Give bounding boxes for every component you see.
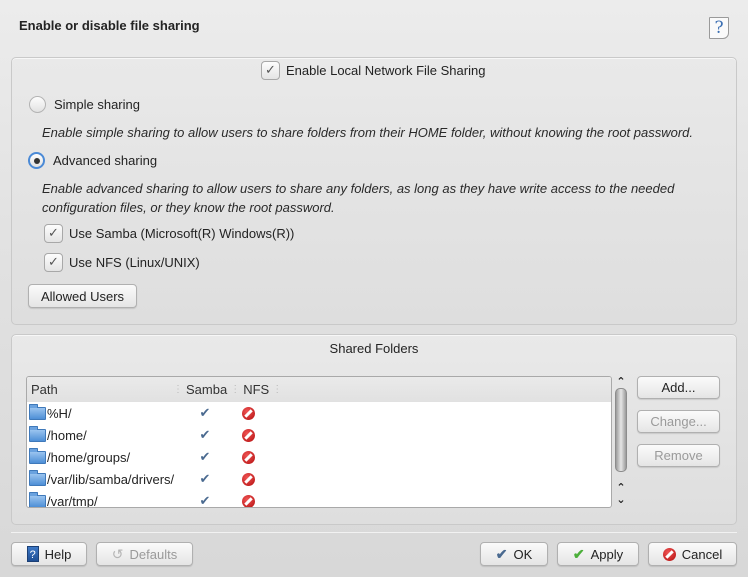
apply-check-icon: ✔ bbox=[572, 545, 585, 562]
nfs-disabled-icon bbox=[241, 406, 255, 420]
restore-defaults-icon: ↺ bbox=[111, 545, 124, 562]
folder-icon bbox=[29, 469, 46, 486]
folder-icon bbox=[29, 447, 46, 464]
scrollbar-thumb[interactable] bbox=[615, 388, 627, 472]
samba-enabled-check-icon: ✔ bbox=[199, 449, 211, 464]
column-separator[interactable]: ⋮ bbox=[173, 384, 183, 395]
column-header-path[interactable]: Path bbox=[27, 382, 170, 397]
apply-label: Apply bbox=[590, 546, 624, 562]
defaults-label: Defaults bbox=[129, 546, 178, 562]
help-question-icon[interactable]: ? bbox=[709, 17, 729, 39]
path-text: /var/lib/samba/drivers/ bbox=[47, 471, 175, 487]
path-cell: %H/ bbox=[27, 403, 177, 421]
samba-enabled-check-icon: ✔ bbox=[199, 471, 211, 486]
help-label: Help bbox=[44, 546, 72, 562]
checkbox-checked-icon[interactable]: ✓ bbox=[261, 61, 280, 80]
path-text: /home/groups/ bbox=[47, 449, 131, 465]
use-nfs-label: Use NFS (Linux/UNIX) bbox=[69, 255, 200, 270]
page-title: Enable or disable file sharing bbox=[19, 18, 200, 33]
path-text: /home/ bbox=[47, 427, 87, 443]
nfs-cell bbox=[233, 428, 263, 442]
use-samba-checkbox[interactable]: ✓ Use Samba (Microsoft(R) Windows(R)) bbox=[44, 224, 294, 243]
path-cell: /var/lib/samba/drivers/ bbox=[27, 469, 177, 487]
remove-label: Remove bbox=[654, 448, 703, 463]
shared-folders-list[interactable]: Path ⋮ Samba ⋮ NFS ⋮ %H/✔/home/✔/home/gr… bbox=[26, 376, 612, 508]
radio-unselected-icon[interactable] bbox=[29, 96, 46, 113]
defaults-button[interactable]: ↺ Defaults bbox=[96, 542, 193, 566]
path-cell: /var/tmp/ bbox=[27, 491, 177, 508]
allowed-users-button[interactable]: Allowed Users bbox=[28, 284, 137, 308]
column-header-samba[interactable]: Samba bbox=[186, 382, 227, 397]
nfs-disabled-icon bbox=[241, 428, 255, 442]
column-separator[interactable]: ⋮ bbox=[272, 384, 282, 395]
table-row[interactable]: /home/ ✔ bbox=[27, 424, 611, 446]
advanced-sharing-radio[interactable]: Advanced sharing bbox=[28, 152, 157, 169]
enable-local-sharing-checkbox[interactable]: ✓ Enable Local Network File Sharing bbox=[261, 61, 485, 80]
folder-icon bbox=[29, 491, 46, 507]
change-folder-button[interactable]: Change... bbox=[637, 410, 720, 433]
nfs-cell bbox=[233, 494, 263, 507]
help-book-icon: ? bbox=[26, 546, 39, 562]
change-label: Change... bbox=[650, 414, 707, 429]
cancel-icon bbox=[662, 547, 676, 561]
folder-icon bbox=[29, 403, 46, 420]
cancel-button[interactable]: Cancel bbox=[648, 542, 737, 566]
radio-selected-icon[interactable] bbox=[28, 152, 45, 169]
advanced-description-line-1: Enable advanced sharing to allow users t… bbox=[42, 181, 675, 196]
path-cell: /home/groups/ bbox=[27, 447, 177, 465]
path-text: /var/tmp/ bbox=[47, 493, 98, 508]
advanced-description-line-2: configuration files, or they know the ro… bbox=[42, 200, 335, 215]
nfs-disabled-icon bbox=[241, 472, 255, 486]
path-text: %H/ bbox=[47, 405, 72, 421]
folder-icon bbox=[29, 425, 46, 442]
apply-button[interactable]: ✔ Apply bbox=[557, 542, 639, 566]
column-header-nfs[interactable]: NFS bbox=[243, 382, 269, 397]
samba-enabled-check-icon: ✔ bbox=[199, 427, 211, 442]
list-scrollbar[interactable]: ⌃ ⌃ ⌄ bbox=[613, 376, 629, 508]
add-label: Add... bbox=[661, 380, 696, 395]
nfs-cell bbox=[233, 406, 263, 420]
nfs-cell bbox=[233, 450, 263, 464]
path-cell: /home/ bbox=[27, 425, 177, 443]
table-row[interactable]: /home/groups/ ✔ bbox=[27, 446, 611, 468]
advanced-sharing-label: Advanced sharing bbox=[53, 153, 158, 168]
ok-label: OK bbox=[513, 546, 533, 562]
ok-button[interactable]: ✔ OK bbox=[480, 542, 548, 566]
checkbox-checked-icon[interactable]: ✓ bbox=[44, 224, 63, 243]
shared-folders-title: Shared Folders bbox=[329, 341, 419, 356]
table-row[interactable]: /var/lib/samba/drivers/ ✔ bbox=[27, 468, 611, 490]
column-separator[interactable]: ⋮ bbox=[230, 384, 240, 395]
simple-sharing-label: Simple sharing bbox=[54, 97, 140, 112]
samba-enabled-check-icon: ✔ bbox=[199, 405, 211, 420]
advanced-sharing-description: Enable advanced sharing to allow users t… bbox=[42, 179, 674, 217]
nfs-cell bbox=[233, 472, 263, 486]
table-row[interactable]: %H/ ✔ bbox=[27, 402, 611, 424]
add-folder-button[interactable]: Add... bbox=[637, 376, 720, 399]
simple-sharing-radio[interactable]: Simple sharing bbox=[29, 96, 140, 113]
help-button[interactable]: ? Help bbox=[11, 542, 87, 566]
nfs-disabled-icon bbox=[241, 494, 255, 507]
use-samba-label: Use Samba (Microsoft(R) Windows(R)) bbox=[69, 226, 295, 241]
scroll-up-arrow-icon[interactable]: ⌃ bbox=[613, 376, 629, 388]
nfs-disabled-icon bbox=[241, 450, 255, 464]
simple-sharing-description: Enable simple sharing to allow users to … bbox=[42, 125, 694, 140]
cancel-label: Cancel bbox=[681, 546, 723, 562]
ok-check-icon: ✔ bbox=[495, 545, 508, 562]
list-header: Path ⋮ Samba ⋮ NFS ⋮ bbox=[27, 377, 611, 402]
remove-folder-button[interactable]: Remove bbox=[637, 444, 720, 467]
samba-enabled-check-icon: ✔ bbox=[199, 493, 211, 508]
enable-local-sharing-label: Enable Local Network File Sharing bbox=[286, 63, 486, 78]
use-nfs-checkbox[interactable]: ✓ Use NFS (Linux/UNIX) bbox=[44, 253, 200, 272]
table-row[interactable]: /var/tmp/ ✔ bbox=[27, 490, 611, 508]
checkbox-checked-icon[interactable]: ✓ bbox=[44, 253, 63, 272]
scroll-down-arrow-icon[interactable]: ⌄ bbox=[613, 494, 629, 506]
footer-divider bbox=[11, 532, 737, 533]
